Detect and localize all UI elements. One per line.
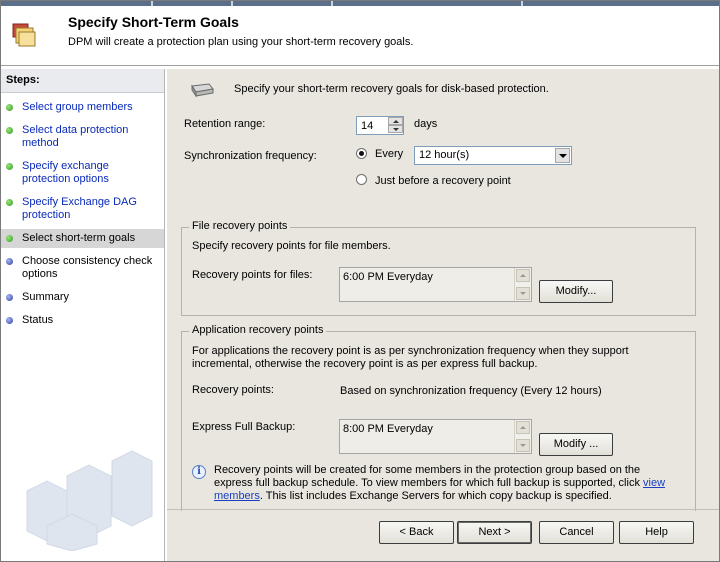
info-text-part1: Recovery points will be created for some… bbox=[214, 464, 641, 489]
app-points-label: Recovery points: bbox=[192, 384, 274, 396]
modify-file-points-button[interactable]: Modify... bbox=[539, 280, 613, 303]
file-points-list[interactable]: 6:00 PM Everyday bbox=[339, 267, 532, 302]
intro-text: Specify your short-term recovery goals f… bbox=[234, 83, 549, 95]
file-group-description: Specify recovery points for file members… bbox=[192, 240, 391, 252]
express-backup-list[interactable]: 8:00 PM Everyday bbox=[339, 419, 532, 454]
group-title: File recovery points bbox=[189, 220, 291, 232]
express-backup-label: Express Full Backup: bbox=[192, 421, 296, 433]
step-choose-consistency-check-options: Choose consistency check options bbox=[1, 252, 164, 284]
step-select-data-protection-method[interactable]: Select data protection method bbox=[1, 121, 164, 153]
back-button[interactable]: < Back bbox=[379, 521, 454, 544]
file-recovery-group: File recovery points Specify recovery po… bbox=[181, 220, 696, 316]
steps-heading: Steps: bbox=[1, 69, 164, 93]
retention-input[interactable] bbox=[359, 118, 387, 133]
footer-divider bbox=[167, 509, 719, 510]
step-select-group-members[interactable]: Select group members bbox=[1, 98, 164, 117]
wizard-header: Specify Short-Term Goals DPM will create… bbox=[1, 6, 719, 66]
step-pending-icon bbox=[6, 258, 13, 265]
list-scrollbar[interactable] bbox=[514, 420, 531, 453]
frequency-select[interactable]: 12 hour(s) bbox=[414, 146, 572, 165]
step-label: Choose consistency check options bbox=[22, 255, 153, 280]
step-complete-icon bbox=[6, 104, 13, 111]
cancel-button[interactable]: Cancel bbox=[539, 521, 614, 544]
step-pending-icon bbox=[6, 294, 13, 301]
list-scrollbar[interactable] bbox=[514, 268, 531, 301]
group-title: Application recovery points bbox=[189, 324, 327, 336]
step-label: Specify exchange protection options bbox=[22, 160, 109, 185]
disk-drive-icon bbox=[191, 83, 214, 97]
step-label: Specify Exchange DAG protection bbox=[22, 196, 137, 221]
page-title: Specify Short-Term Goals bbox=[68, 14, 239, 30]
stepper-down-button[interactable] bbox=[388, 125, 403, 133]
app-points-value: Based on synchronization frequency (Ever… bbox=[340, 385, 602, 397]
step-label: Select data protection method bbox=[22, 124, 129, 149]
every-label[interactable]: Every bbox=[375, 148, 403, 160]
next-button[interactable]: Next > bbox=[457, 521, 532, 544]
page-subtitle: DPM will create a protection plan using … bbox=[68, 36, 414, 48]
step-current-icon bbox=[6, 235, 13, 242]
file-points-value: 6:00 PM Everyday bbox=[343, 271, 433, 283]
step-complete-icon bbox=[6, 127, 13, 134]
servers-watermark-icon bbox=[26, 450, 153, 551]
step-specify-exchange-dag-protection[interactable]: Specify Exchange DAG protection bbox=[1, 193, 164, 225]
step-label: Select group members bbox=[22, 101, 133, 113]
sync-frequency-label: Synchronization frequency: bbox=[184, 150, 317, 162]
frequency-value: 12 hour(s) bbox=[419, 149, 470, 161]
stepper-up-button[interactable] bbox=[388, 117, 403, 125]
step-select-short-term-goals[interactable]: Select short-term goals bbox=[1, 229, 164, 248]
before-recovery-point-label[interactable]: Just before a recovery point bbox=[375, 175, 511, 187]
step-status: Status bbox=[1, 311, 164, 330]
every-radio[interactable] bbox=[356, 148, 367, 159]
step-complete-icon bbox=[6, 163, 13, 170]
step-complete-icon bbox=[6, 199, 13, 206]
file-points-label: Recovery points for files: bbox=[192, 269, 313, 281]
before-recovery-point-radio[interactable] bbox=[356, 174, 367, 185]
info-icon: i bbox=[192, 465, 206, 479]
app-group-description: For applications the recovery point is a… bbox=[192, 345, 629, 370]
info-message: Recovery points will be created for some… bbox=[214, 464, 674, 503]
step-summary: Summary bbox=[1, 288, 164, 307]
step-label: Select short-term goals bbox=[22, 232, 136, 244]
retention-label: Retention range: bbox=[184, 118, 266, 130]
steps-sidebar: Steps: Select group members Select data … bbox=[1, 69, 165, 561]
retention-unit: days bbox=[414, 118, 438, 130]
step-label: Status bbox=[22, 314, 54, 326]
express-backup-value: 8:00 PM Everyday bbox=[343, 423, 433, 435]
step-label: Summary bbox=[22, 291, 70, 303]
dropdown-arrow-icon[interactable] bbox=[555, 148, 570, 163]
main-content: Specify your short-term recovery goals f… bbox=[167, 69, 719, 561]
step-specify-exchange-protection-options[interactable]: Specify exchange protection options bbox=[1, 157, 164, 189]
help-button[interactable]: Help bbox=[619, 521, 694, 544]
wizard-window: Specify Short-Term Goals DPM will create… bbox=[0, 0, 720, 562]
modify-express-backup-button[interactable]: Modify ... bbox=[539, 433, 613, 456]
info-text-part2: . This list includes Exchange Servers fo… bbox=[259, 490, 612, 502]
step-pending-icon bbox=[6, 317, 13, 324]
folder-stack-icon bbox=[12, 23, 36, 47]
retention-stepper[interactable] bbox=[356, 116, 404, 135]
